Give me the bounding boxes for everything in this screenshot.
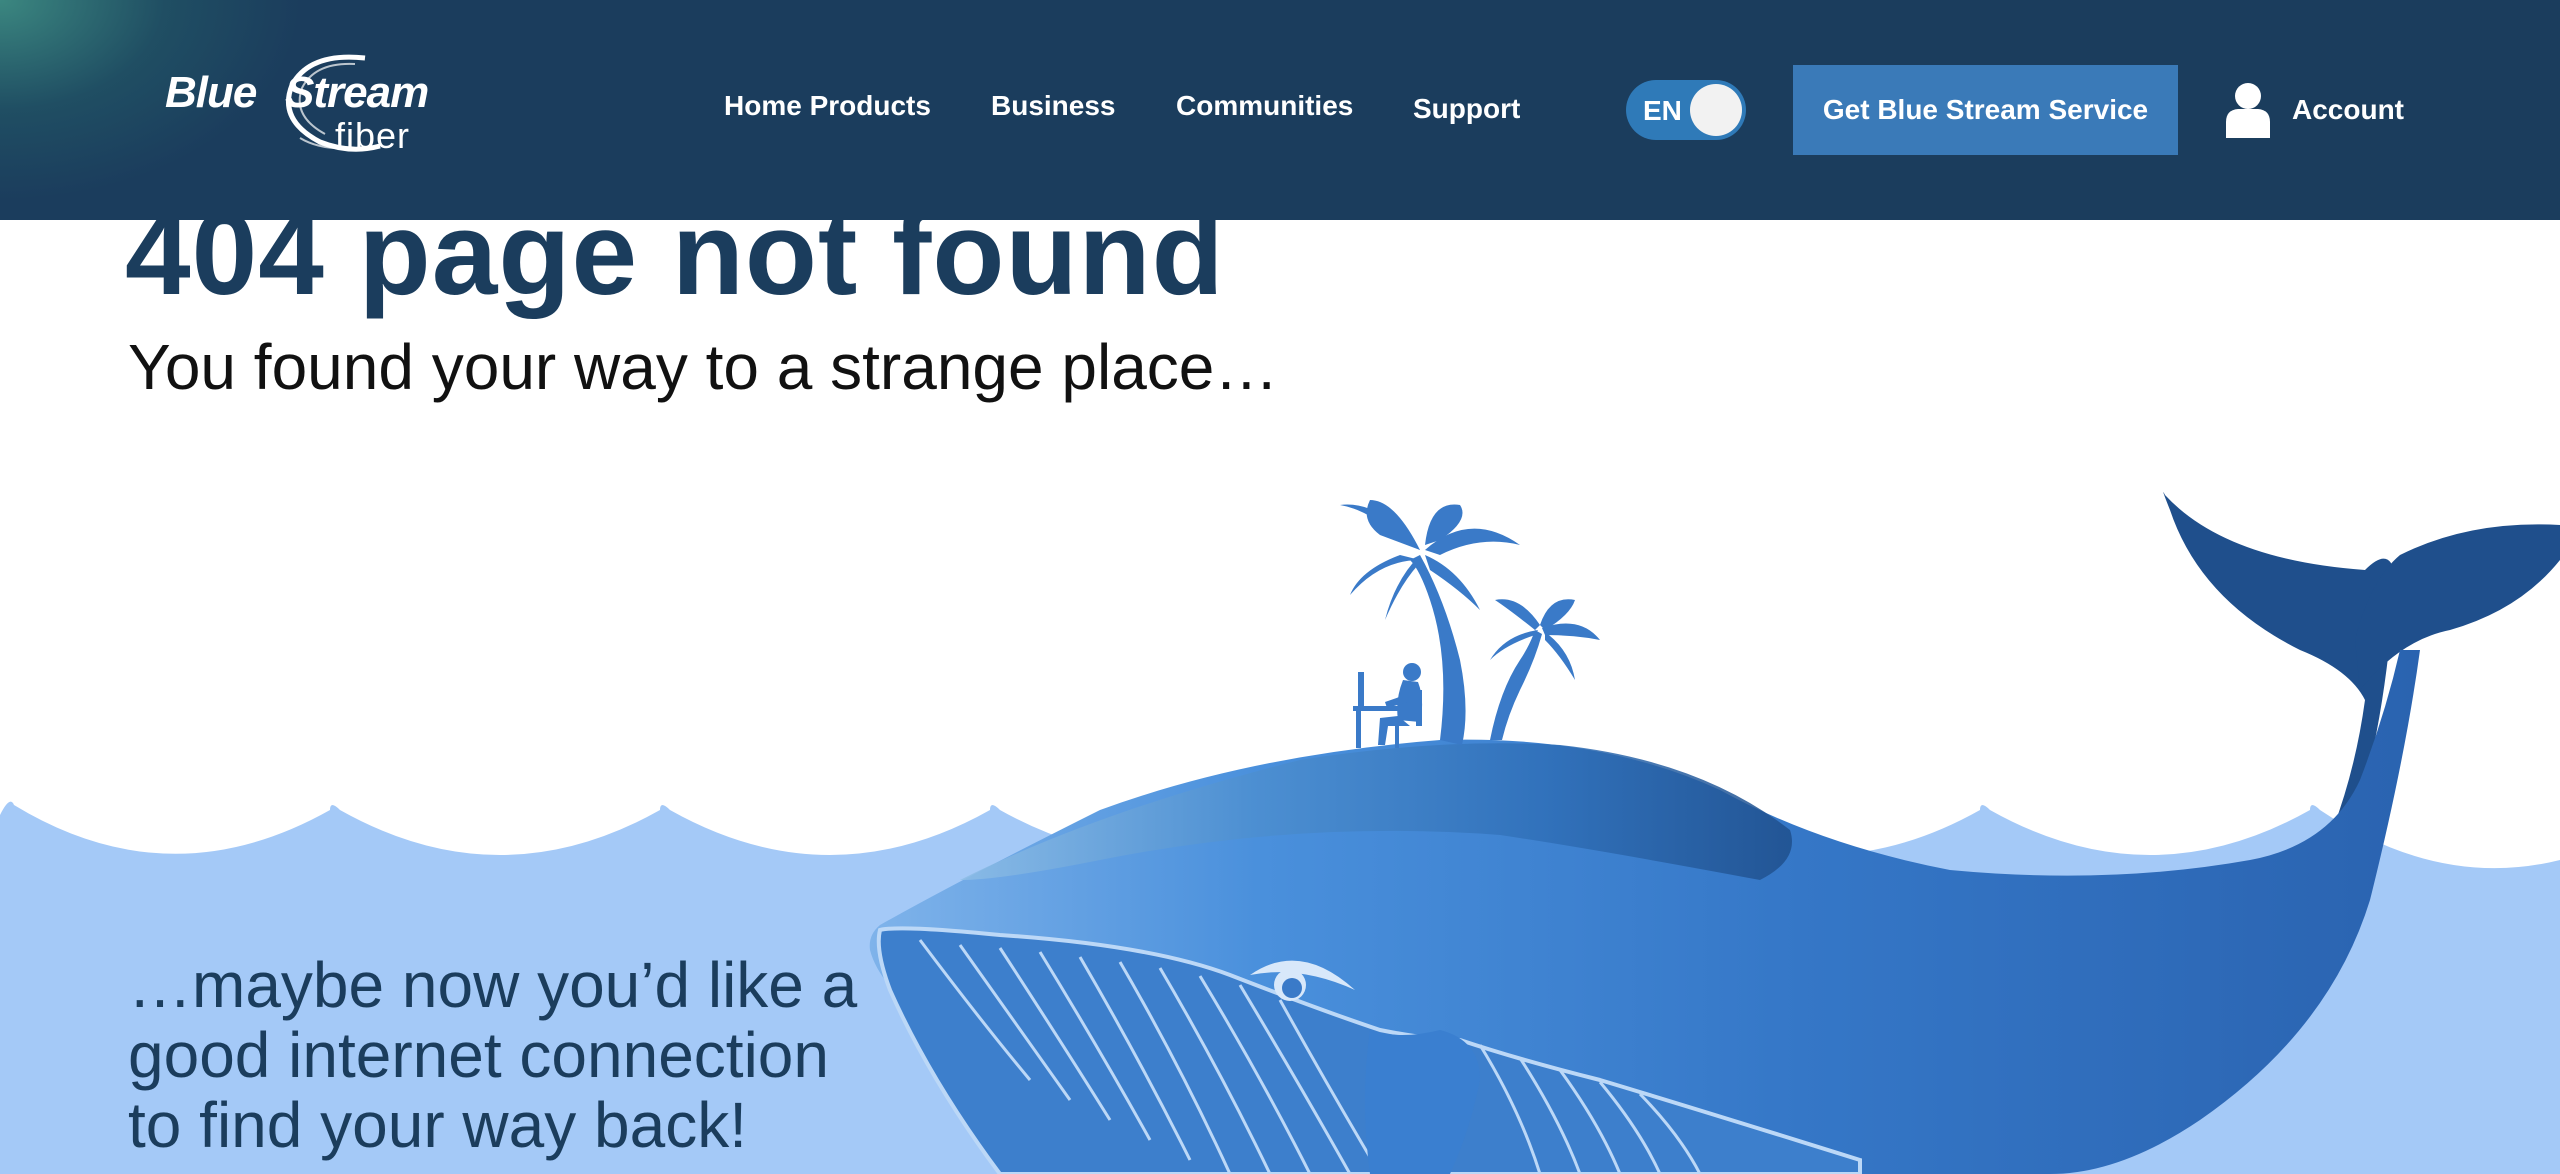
error-message-line: good internet connection [128,1019,829,1091]
get-service-button[interactable]: Get Blue Stream Service [1793,65,2178,155]
account-link[interactable]: Account [2226,80,2404,140]
error-message-line: to find your way back! [128,1089,747,1161]
user-icon [2226,83,2270,138]
nav-support[interactable]: Support [1413,93,1520,125]
logo-text-stream: Stream [285,68,429,117]
palm-tree-small [1490,599,1600,740]
language-toggle[interactable]: EN [1626,80,1746,140]
nav-communities[interactable]: Communities [1176,90,1353,122]
site-header: Blue Stream fiber Home Products Business… [0,0,2560,220]
error-message: …maybe now you’d like a good internet co… [128,950,857,1160]
toggle-knob [1690,84,1742,136]
bluestream-logo[interactable]: Blue Stream fiber [165,50,465,160]
person-at-desk [1353,663,1423,748]
logo-text-fiber: fiber [335,115,411,156]
error-message-line: …maybe now you’d like a [128,949,858,1021]
account-label: Account [2292,94,2404,125]
nav-home-products[interactable]: Home Products [724,90,931,122]
logo-text-blue: Blue [165,68,257,117]
language-label: EN [1643,95,1682,126]
nav-business[interactable]: Business [991,90,1116,122]
page-subtitle: You found your way to a strange place… [128,331,1279,403]
